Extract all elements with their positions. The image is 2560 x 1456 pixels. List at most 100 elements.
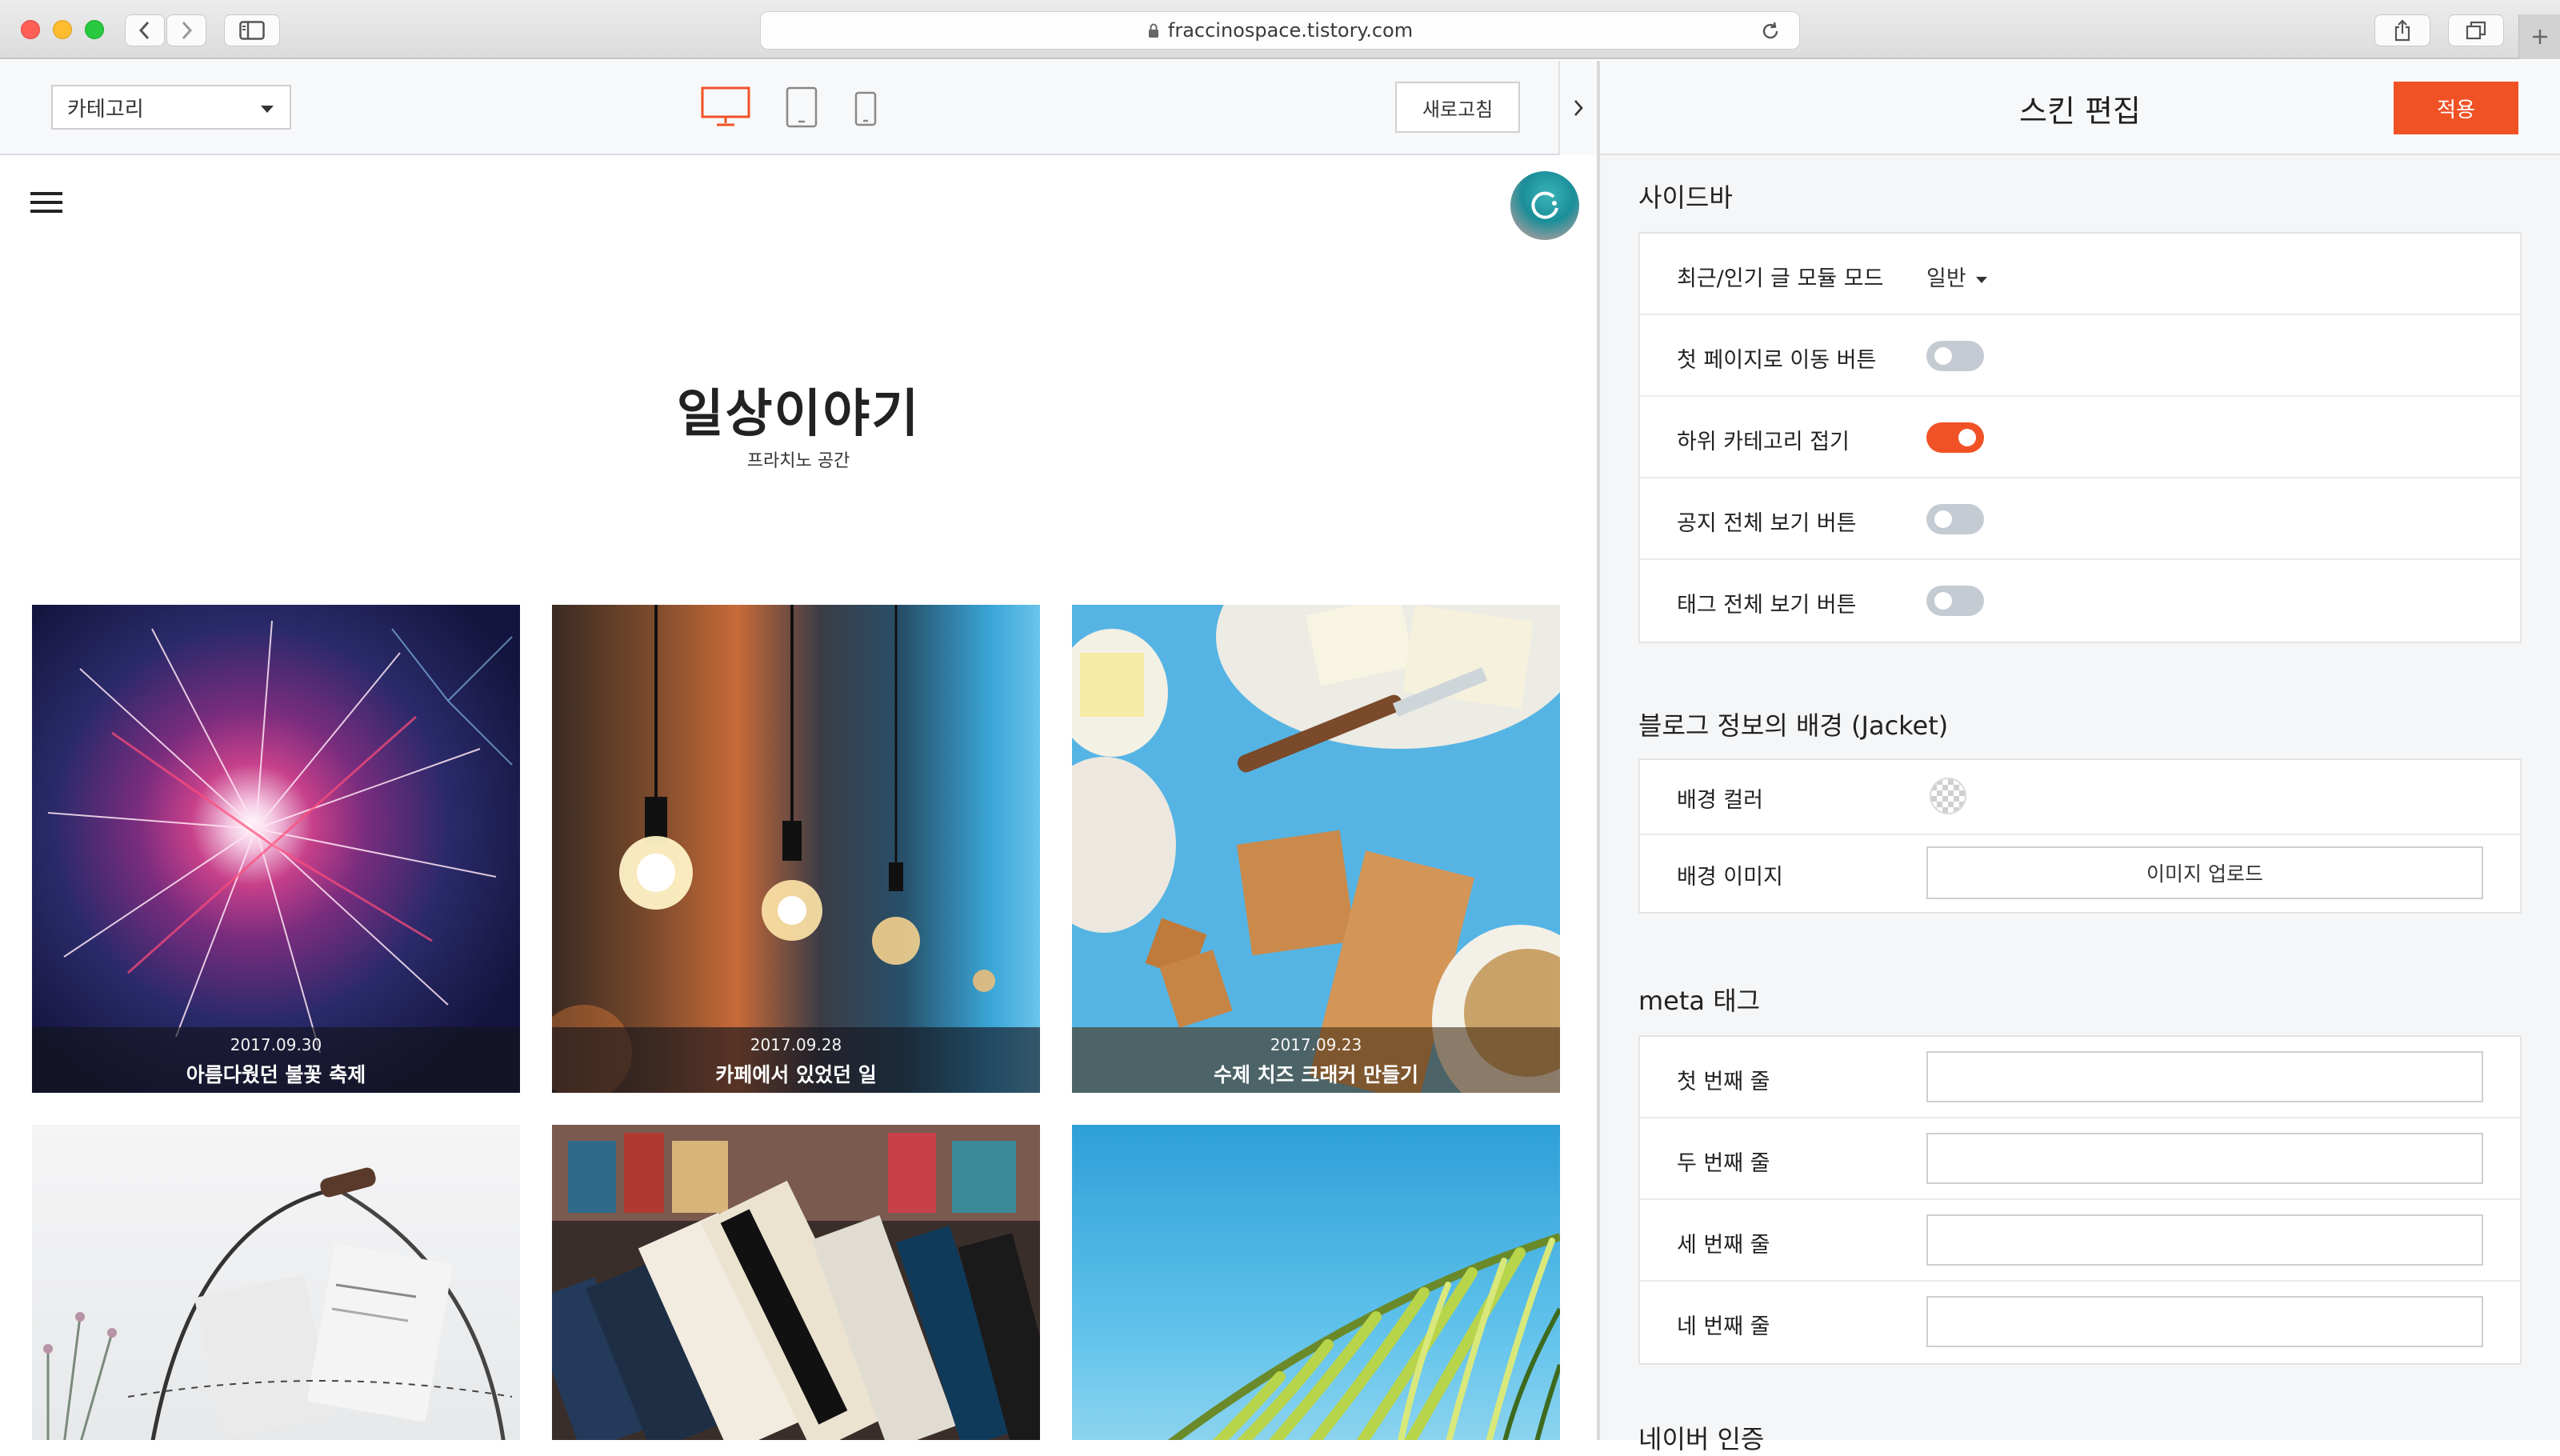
setting-row-module-mode: 최근/인기 글 모듈 모드 일반 <box>1640 234 2520 315</box>
post-title: 카페에서 있었던 일 <box>715 1063 877 1086</box>
image-upload-button[interactable]: 이미지 업로드 <box>1926 846 2483 899</box>
meta-section-title: meta 태그 <box>1638 986 1761 1016</box>
jacket-section-title: 블로그 정보의 배경 (Jacket) <box>1638 710 1949 741</box>
setting-row-tag-all-button: 태그 전체 보기 버튼 <box>1640 560 2520 642</box>
post-card[interactable]: 2017.09.30 아름다웠던 불꽃 축제 <box>32 605 520 1093</box>
post-date: 2017.09.23 <box>1270 1035 1362 1054</box>
setting-row-meta-line-1: 첫 번째 줄 <box>1640 1037 2520 1118</box>
sidebar-section-title: 사이드바 <box>1638 182 1733 213</box>
setting-label: 배경 컬러 <box>1677 788 1763 813</box>
preview-pane: 카테고리 새로고침 일상이야기 프라치노 공간 2017.09.30 아름다웠던… <box>0 61 1597 1440</box>
post-caption: 2017.09.30 아름다웠던 불꽃 축제 <box>32 1027 520 1093</box>
category-select[interactable]: 카테고리 <box>51 85 291 130</box>
tablet-view-button[interactable] <box>786 86 818 131</box>
post-title: 아름다웠던 불꽃 축제 <box>186 1063 366 1086</box>
setting-label: 최근/인기 글 모듈 모드 <box>1677 266 1884 291</box>
preview-toolbar: 카테고리 새로고침 <box>0 61 1597 155</box>
apply-button[interactable]: 적용 <box>2394 82 2518 134</box>
plus-icon <box>2532 30 2547 44</box>
forward-icon <box>182 21 193 40</box>
close-window-button[interactable] <box>21 20 40 39</box>
setting-row-background-image: 배경 이미지 이미지 업로드 <box>1640 835 2520 912</box>
sidebar-toggle-button[interactable] <box>224 14 280 46</box>
post-card[interactable] <box>1072 1125 1560 1440</box>
post-title: 수제 치즈 크래커 만들기 <box>1213 1063 1419 1086</box>
menu-icon[interactable] <box>30 192 62 216</box>
setting-row-meta-line-2: 두 번째 줄 <box>1640 1118 2520 1200</box>
meta-line-4-input[interactable] <box>1926 1296 2483 1347</box>
sidebar-settings: 최근/인기 글 모듈 모드 일반 첫 페이지로 이동 버튼 하위 카테고리 접기… <box>1638 232 2522 643</box>
address-bar[interactable]: fraccinospace.tistory.com <box>760 11 1800 50</box>
first-page-button-toggle[interactable] <box>1926 341 1984 371</box>
post-image-fireworks <box>32 605 520 1093</box>
post-caption: 2017.09.28 카페에서 있었던 일 <box>552 1027 1040 1093</box>
collapse-subcategory-toggle[interactable] <box>1926 422 1984 453</box>
post-card[interactable]: 2017.09.28 카페에서 있었던 일 <box>552 605 1040 1093</box>
collapse-panel-button[interactable] <box>1558 61 1597 155</box>
meta-settings: 첫 번째 줄 두 번째 줄 세 번째 줄 네 번째 줄 <box>1638 1035 2522 1365</box>
chevron-right-icon <box>1574 100 1583 116</box>
show-tabs-button[interactable] <box>2448 14 2504 46</box>
setting-label: 두 번째 줄 <box>1677 1151 1770 1176</box>
setting-label: 공지 전체 보기 버튼 <box>1677 511 1857 536</box>
setting-row-notice-all-button: 공지 전체 보기 버튼 <box>1640 478 2520 560</box>
reload-icon[interactable] <box>1759 20 1782 42</box>
refresh-preview-button[interactable]: 새로고침 <box>1395 82 1520 133</box>
jacket-settings: 배경 컬러 배경 이미지 이미지 업로드 <box>1638 758 2522 914</box>
post-caption: 2017.09.23 수제 치즈 크래커 만들기 <box>1072 1027 1560 1093</box>
category-select-value: 카테고리 <box>67 97 144 122</box>
setting-label: 태그 전체 보기 버튼 <box>1677 593 1857 618</box>
back-button[interactable] <box>125 14 165 46</box>
post-image-wire-basket <box>32 1125 520 1440</box>
post-image-palm-leaf <box>1072 1125 1560 1440</box>
setting-row-meta-line-3: 세 번째 줄 <box>1640 1200 2520 1282</box>
browser-toolbar: fraccinospace.tistory.com <box>0 0 2560 59</box>
setting-label: 첫 번째 줄 <box>1677 1070 1770 1094</box>
post-card[interactable] <box>552 1125 1040 1440</box>
meta-line-3-input[interactable] <box>1926 1214 2483 1266</box>
back-icon <box>138 21 150 40</box>
blog-preview: 일상이야기 프라치노 공간 2017.09.30 아름다웠던 불꽃 축제 201… <box>0 157 1597 1440</box>
notice-all-button-toggle[interactable] <box>1926 504 1984 534</box>
mobile-icon <box>854 91 877 126</box>
lock-icon <box>1148 23 1158 38</box>
meta-line-1-input[interactable] <box>1926 1051 2483 1102</box>
setting-row-background-color: 배경 컬러 <box>1640 760 2520 835</box>
post-image-cheese-crackers <box>1072 605 1560 1093</box>
chevron-down-icon <box>1975 276 1987 283</box>
logo-icon <box>1531 191 1558 219</box>
post-date: 2017.09.28 <box>750 1035 842 1054</box>
module-mode-value: 일반 <box>1926 266 1966 291</box>
editor-header: 스킨 편집 적용 <box>1600 61 2560 155</box>
mobile-view-button[interactable] <box>854 91 877 130</box>
module-mode-dropdown[interactable]: 일반 <box>1926 261 1987 292</box>
tabs-icon <box>2466 21 2486 40</box>
zoom-window-button[interactable] <box>85 20 104 39</box>
blog-subtitle: 프라치노 공간 <box>746 451 850 471</box>
sidebar-icon <box>239 21 265 40</box>
setting-label: 네 번째 줄 <box>1677 1314 1770 1339</box>
tablet-icon <box>786 86 818 128</box>
post-card[interactable] <box>32 1125 520 1440</box>
new-tab-button[interactable] <box>2518 14 2560 59</box>
setting-row-collapse-subcategory: 하위 카테고리 접기 <box>1640 397 2520 478</box>
setting-label: 세 번째 줄 <box>1677 1233 1770 1258</box>
setting-row-first-page-button: 첫 페이지로 이동 버튼 <box>1640 315 2520 397</box>
forward-button[interactable] <box>166 14 206 46</box>
post-date: 2017.09.30 <box>230 1035 322 1054</box>
setting-label: 배경 이미지 <box>1677 865 1783 890</box>
tag-all-button-toggle[interactable] <box>1926 586 1984 616</box>
naver-section-title: 네이버 인증 <box>1638 1424 1765 1454</box>
post-card[interactable]: 2017.09.23 수제 치즈 크래커 만들기 <box>1072 605 1560 1093</box>
meta-line-2-input[interactable] <box>1926 1133 2483 1184</box>
desktop-view-button[interactable] <box>701 86 750 131</box>
address-url: fraccinospace.tistory.com <box>1167 19 1414 42</box>
avatar[interactable] <box>1510 171 1579 240</box>
minimize-window-button[interactable] <box>53 20 72 39</box>
share-button[interactable] <box>2374 14 2430 46</box>
background-color-picker[interactable] <box>1930 778 1966 814</box>
blog-title: 일상이야기 <box>676 385 921 444</box>
chevron-down-icon <box>261 106 274 113</box>
post-image-cafe-lightbulbs <box>552 605 1040 1093</box>
skin-editor-panel: 스킨 편집 적용 사이드바 최근/인기 글 모듈 모드 일반 첫 페이지로 이동… <box>1600 61 2560 1454</box>
